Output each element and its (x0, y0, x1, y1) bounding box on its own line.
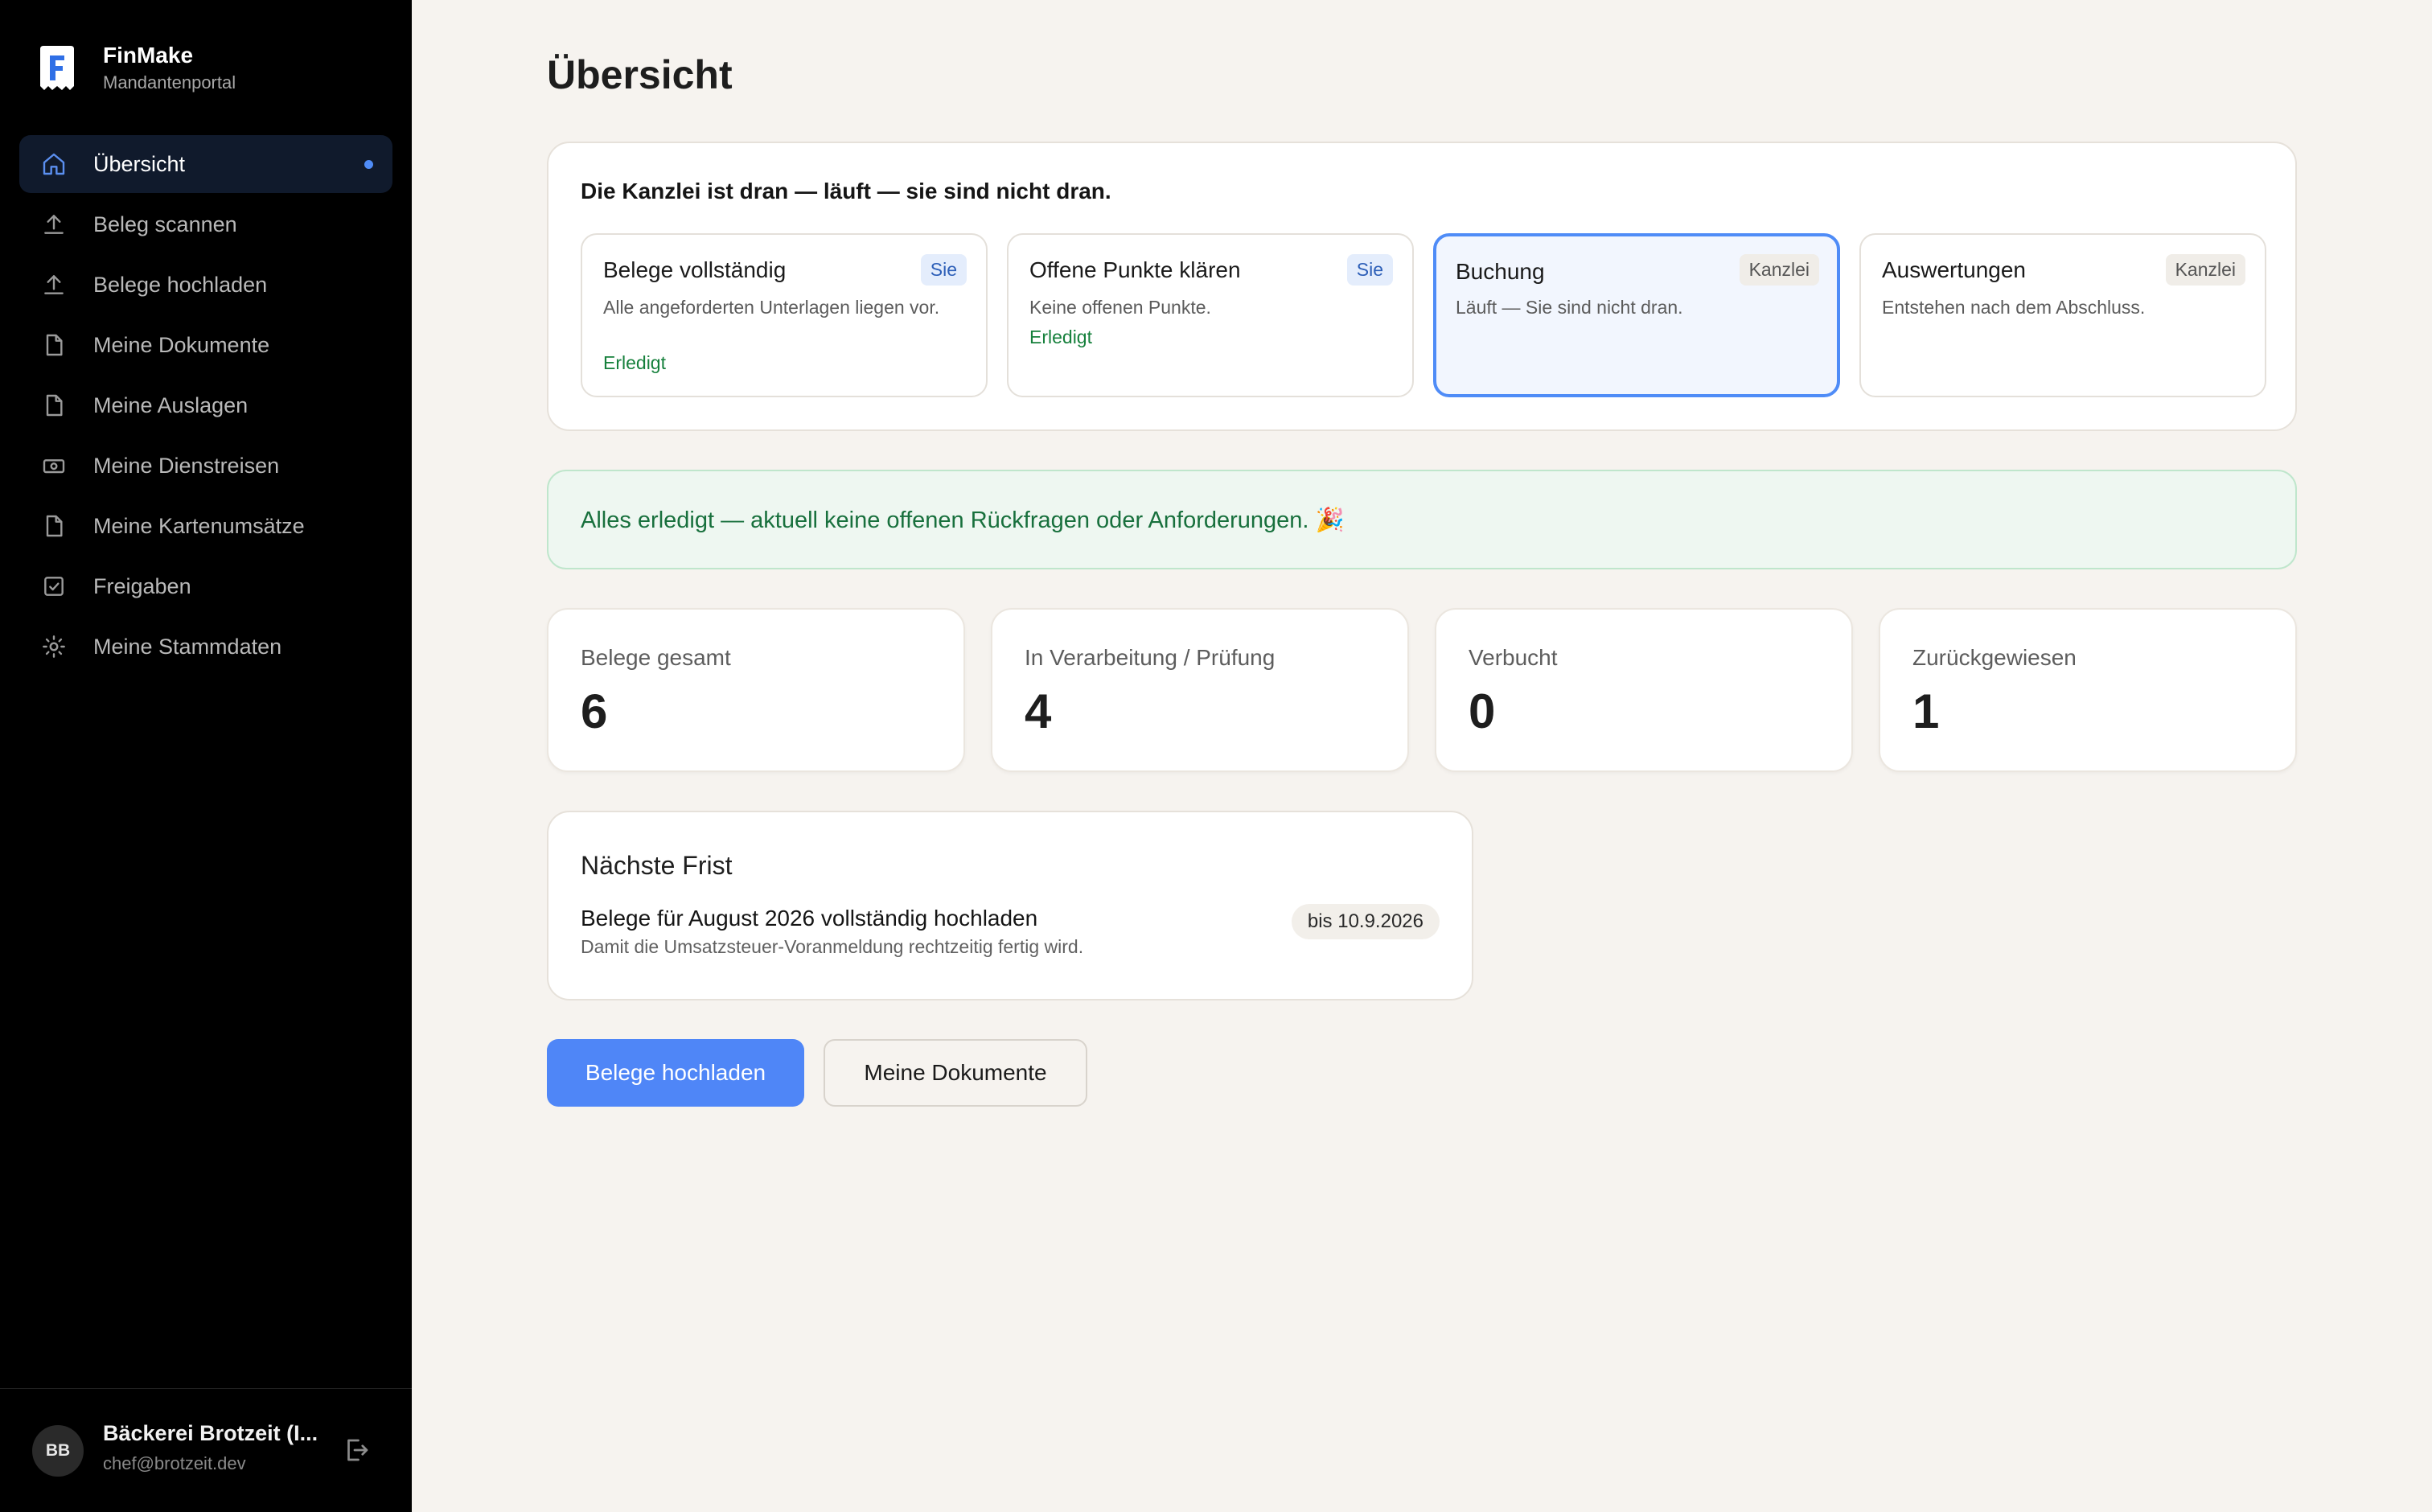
kpi-label: Verbucht (1469, 645, 1558, 670)
kpi-card-in-verarbeitung: In Verarbeitung / Prüfung 4 (991, 608, 1409, 772)
step-state: Erledigt (1029, 327, 1092, 347)
success-banner: Alles erledigt — aktuell keine offenen R… (547, 470, 2297, 569)
sidebar-item-meine-dienstreisen[interactable]: Meine Dienstreisen (19, 437, 392, 495)
kpi-label: Belege gesamt (581, 645, 731, 670)
sidebar-item-label: Freigaben (93, 573, 191, 598)
step-description: Keine offenen Punkte. (1029, 297, 1211, 318)
kpi-card-belege-gesamt: Belege gesamt 6 (547, 608, 965, 772)
sidebar-item-label: Meine Auslagen (93, 392, 249, 417)
my-documents-button[interactable]: Meine Dokumente (824, 1039, 1087, 1107)
upload-receipts-button[interactable]: Belege hochladen (547, 1039, 804, 1107)
step-badge: Sie (920, 254, 967, 286)
step-title: Belege vollständig (603, 257, 787, 282)
process-status-card: Die Kanzlei ist dran — läuft — sie sind … (547, 142, 2297, 431)
step-offene-punkte: Offene Punkte klären Sie Keine offenen P… (1007, 233, 1414, 397)
process-steps: Belege vollständig Sie Alle angeforderte… (581, 233, 2266, 397)
sidebar-item-label: Meine Kartenumsätze (93, 513, 305, 538)
kpi-card-zurueckgewiesen: Zurückgewiesen 1 (1879, 608, 2297, 772)
kpi-value: 4 (1025, 684, 1052, 738)
step-belege-vollstaendig: Belege vollständig Sie Alle angeforderte… (581, 233, 988, 397)
step-title: Auswertungen (1882, 257, 2027, 282)
brand-subtitle: Mandantenportal (103, 72, 236, 92)
active-indicator-dot (364, 160, 373, 169)
success-message: Alles erledigt — aktuell keine offenen R… (581, 507, 1345, 533)
deadline-title: Belege für August 2026 vollständig hochl… (581, 906, 1038, 931)
brand[interactable]: FinMake Mandantenportal (39, 42, 236, 95)
step-badge: Kanzlei (2165, 254, 2245, 286)
sidebar-item-meine-kartenumsaetze[interactable]: Meine Kartenumsätze (19, 497, 392, 555)
kpi-value: 1 (1912, 684, 1940, 738)
next-deadline-card: Nächste Frist Belege für August 2026 vol… (547, 811, 1473, 1000)
step-badge: Sie (1346, 254, 1393, 286)
page-title: Übersicht (547, 52, 733, 97)
status-heading: Die Kanzlei ist dran — läuft — sie sind … (581, 179, 1111, 203)
deadline-description: Damit die Umsatzsteuer-Voranmeldung rech… (581, 936, 1084, 957)
upload-icon (40, 271, 68, 298)
step-badge: Kanzlei (1739, 254, 1819, 286)
upload-icon (40, 211, 68, 238)
deadline-date-badge: bis 10.9.2026 (1291, 904, 1440, 939)
sidebar-item-uebersicht[interactable]: Übersicht (19, 135, 392, 193)
gear-icon (40, 633, 68, 660)
finmake-logo (40, 46, 74, 90)
kpi-label: Zurückgewiesen (1912, 645, 2077, 670)
sidebar-item-meine-stammdaten[interactable]: Meine Stammdaten (19, 618, 392, 676)
step-buchung: Buchung Kanzlei Läuft — Sie sind nicht d… (1433, 233, 1840, 397)
brand-name: FinMake (103, 43, 194, 68)
kpi-card-verbucht: Verbucht 0 (1435, 608, 1853, 772)
logout-icon[interactable] (343, 1436, 372, 1465)
sidebar-item-label: Beleg scannen (93, 212, 237, 236)
step-description: Entstehen nach dem Abschluss. (1882, 297, 2146, 318)
checkbox-icon (40, 573, 68, 600)
banknote-icon (40, 452, 68, 479)
sidebar-nav: Übersicht Beleg scannen Belege hochladen… (19, 135, 392, 678)
kpi-label: In Verarbeitung / Prüfung (1025, 645, 1276, 670)
step-state: Erledigt (603, 352, 666, 373)
sidebar-item-label: Übersicht (93, 151, 186, 176)
document-icon (40, 331, 68, 359)
step-title: Offene Punkte klären (1029, 257, 1241, 282)
step-title: Buchung (1456, 259, 1545, 284)
sidebar-item-freigaben[interactable]: Freigaben (19, 557, 392, 615)
step-auswertungen: Auswertungen Kanzlei Entstehen nach dem … (1859, 233, 2266, 397)
step-description: Alle angeforderten Unterlagen liegen vor… (603, 297, 940, 318)
sidebar-item-beleg-scannen[interactable]: Beleg scannen (19, 195, 392, 253)
kpi-value: 6 (581, 684, 608, 738)
user-name: Bäckerei Brotzeit (I... (103, 1421, 318, 1445)
deadline-heading: Nächste Frist (581, 851, 733, 880)
avatar[interactable]: BB (32, 1425, 84, 1477)
user-email: chef@brotzeit.dev (103, 1453, 246, 1473)
user-panel: BB Bäckerei Brotzeit (I... chef@brotzeit… (0, 1388, 412, 1512)
sidebar-item-belege-hochladen[interactable]: Belege hochladen (19, 256, 392, 314)
sidebar-item-label: Meine Dokumente (93, 332, 270, 357)
step-description: Läuft — Sie sind nicht dran. (1456, 297, 1683, 318)
kpi-row: Belege gesamt 6 In Verarbeitung / Prüfun… (547, 608, 2297, 772)
sidebar-item-label: Belege hochladen (93, 272, 268, 297)
sidebar-item-meine-auslagen[interactable]: Meine Auslagen (19, 376, 392, 434)
action-buttons: Belege hochladen Meine Dokumente (547, 1039, 1087, 1107)
kpi-value: 0 (1469, 684, 1496, 738)
document-icon (40, 392, 68, 419)
sidebar-item-label: Meine Stammdaten (93, 634, 282, 659)
document-icon (40, 512, 68, 540)
sidebar-item-label: Meine Dienstreisen (93, 453, 280, 478)
sidebar-item-meine-dokumente[interactable]: Meine Dokumente (19, 316, 392, 374)
sidebar: FinMake Mandantenportal Übersicht Beleg … (0, 0, 412, 1512)
home-icon (40, 150, 68, 178)
